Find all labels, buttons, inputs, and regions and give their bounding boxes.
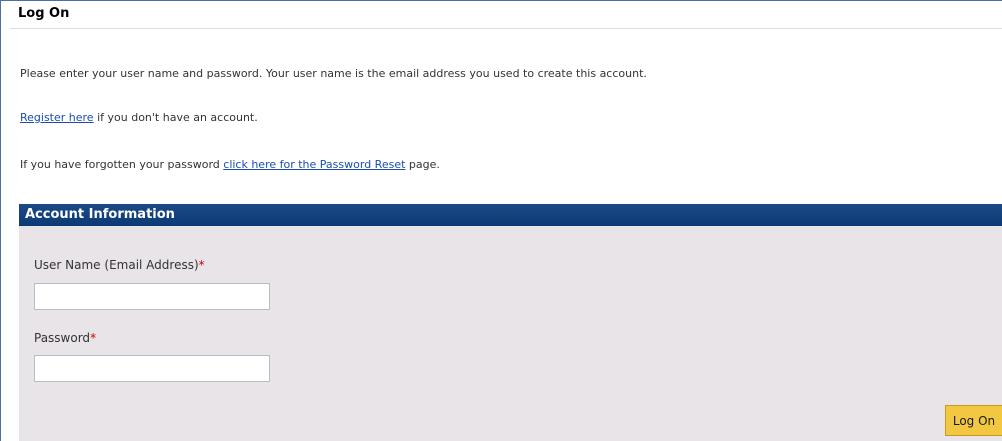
register-link[interactable]: Register here — [20, 111, 94, 124]
required-marker: * — [90, 331, 97, 345]
username-label-text: User Name (Email Address) — [34, 258, 199, 272]
instructions-text: Please enter your user name and password… — [20, 67, 647, 80]
password-input[interactable] — [34, 355, 270, 382]
register-line: Register here if you don't have an accou… — [20, 111, 258, 124]
reset-prefix-text: If you have forgotten your password — [20, 158, 224, 171]
title-divider — [10, 28, 1002, 29]
required-marker: * — [198, 258, 205, 272]
username-label: User Name (Email Address)* — [34, 258, 205, 272]
register-suffix-text: if you don't have an account. — [93, 111, 258, 124]
panel-header: Account Information — [19, 204, 1002, 226]
password-label-text: Password — [34, 331, 91, 345]
password-label: Password* — [34, 331, 96, 345]
logon-page: Log On Please enter your user name and p… — [0, 0, 1002, 441]
password-reset-link[interactable]: click here for the Password Reset — [223, 158, 405, 171]
password-reset-line: If you have forgotten your password clic… — [20, 158, 440, 171]
username-input[interactable] — [34, 283, 270, 310]
page-title: Log On — [18, 6, 70, 21]
logon-button[interactable]: Log On — [945, 405, 1002, 436]
account-information-panel: Account Information User Name (Email Add… — [19, 204, 1002, 441]
reset-suffix-text: page. — [405, 158, 440, 171]
